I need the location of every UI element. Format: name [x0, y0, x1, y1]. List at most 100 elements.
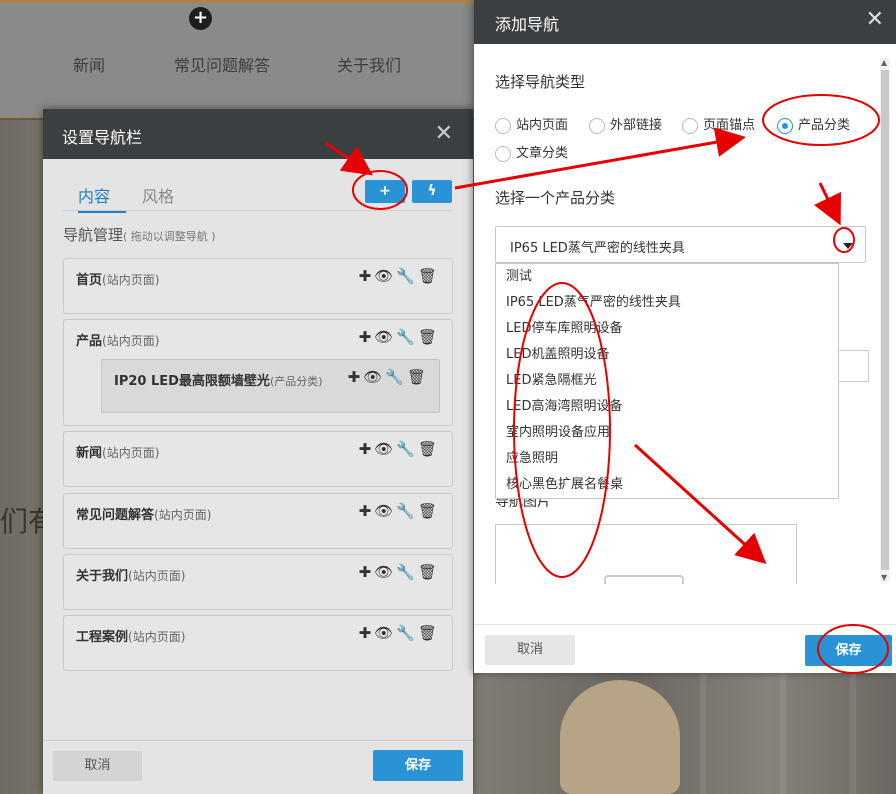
- cancel-button[interactable]: 取消: [485, 635, 575, 665]
- child-tools: ✚👁🔧🗑: [348, 368, 429, 386]
- wrench-icon[interactable]: 🔧: [396, 502, 418, 520]
- dropdown-option[interactable]: 测试: [496, 264, 838, 290]
- nav-settings-dialog: 设置导航栏 ✕ 内容 风格 + ϟ 导航管理( 拖动以调整导航 ) 首页(站内页…: [43, 109, 473, 794]
- site-nav-item-about[interactable]: 关于我们: [337, 52, 401, 76]
- trash-icon[interactable]: 🗑: [418, 502, 440, 520]
- site-nav-item-news[interactable]: 新闻: [73, 52, 105, 76]
- radio-page-anchor[interactable]: 页面锚点: [682, 114, 755, 134]
- dropdown-option[interactable]: LED机盖照明设备: [496, 342, 838, 368]
- hero-lamp-image: [560, 680, 680, 794]
- entry-tools: ✚👁🔧🗑: [359, 328, 440, 346]
- entry-tools: ✚👁🔧🗑: [359, 502, 440, 520]
- nav-entry-about[interactable]: 关于我们(站内页面) ✚👁🔧🗑: [63, 554, 453, 610]
- nav-entry-label: 常见问题解答(站内页面): [76, 508, 212, 523]
- nav-entry-faq[interactable]: 常见问题解答(站内页面) ✚👁🔧🗑: [63, 493, 453, 549]
- nav-entry-home[interactable]: 首页(站内页面) ✚👁🔧🗑: [63, 258, 453, 314]
- wrench-icon[interactable]: 🔧: [396, 624, 418, 642]
- add-nav-dialog: 添加导航 ✕ 选择导航类型 站内页面 外部链接 页面锚点 产品分类 文章分类 选…: [474, 0, 896, 673]
- tab-content[interactable]: 内容: [78, 183, 126, 213]
- entry-tools: ✚👁🔧🗑: [359, 624, 440, 642]
- nav-entry-label: 新闻(站内页面): [76, 446, 160, 461]
- wrench-icon[interactable]: 🔧: [396, 328, 418, 346]
- eye-icon[interactable]: 👁: [374, 624, 396, 642]
- eye-icon[interactable]: 👁: [363, 368, 385, 386]
- trash-icon[interactable]: 🗑: [418, 440, 440, 458]
- wrench-icon[interactable]: 🔧: [396, 563, 418, 581]
- close-icon[interactable]: ✕: [866, 7, 884, 32]
- selected-category: IP65 LED蒸气严密的线性夹具: [510, 241, 685, 256]
- wrench-icon[interactable]: 🔧: [385, 368, 407, 386]
- nav-management-label: 导航管理( 拖动以调整导航 ): [63, 224, 216, 245]
- dialog-footer: 取消 保存: [474, 624, 896, 673]
- plus-icon[interactable]: ✚: [359, 267, 375, 285]
- radio-internal-page[interactable]: 站内页面: [495, 114, 568, 134]
- plus-icon[interactable]: ✚: [359, 624, 375, 642]
- trash-icon[interactable]: 🗑: [418, 624, 440, 642]
- hidden-input-edge: [839, 350, 869, 382]
- radio-product-category[interactable]: 产品分类: [777, 114, 850, 134]
- nav-entry-products[interactable]: 产品(站内页面) ✚👁🔧🗑 IP20 LED最高限额墙壁光(产品分类) ✚👁🔧🗑: [63, 319, 453, 426]
- scroll-up-icon[interactable]: ▲: [881, 58, 887, 67]
- nav-child-label: IP20 LED最高限额墙壁光(产品分类): [114, 374, 323, 389]
- dropdown-option[interactable]: LED高海湾照明设备: [496, 394, 838, 420]
- trash-icon[interactable]: 🗑: [418, 267, 440, 285]
- scroll-down-icon[interactable]: ▼: [881, 573, 887, 582]
- radio-article-category[interactable]: 文章分类: [495, 142, 568, 162]
- dropdown-option[interactable]: LED紧急隔框光: [496, 368, 838, 394]
- plus-icon[interactable]: ✚: [359, 440, 375, 458]
- chevron-down-icon[interactable]: [843, 243, 853, 249]
- entry-tools: ✚👁🔧🗑: [359, 563, 440, 581]
- dropdown-option[interactable]: IP65 LED蒸气严密的线性夹具: [496, 290, 838, 316]
- dropdown-option[interactable]: LED停车库照明设备: [496, 316, 838, 342]
- section-hint: ( 拖动以调整导航 ): [123, 230, 216, 243]
- eye-icon[interactable]: 👁: [374, 440, 396, 458]
- plus-icon[interactable]: ✚: [359, 502, 375, 520]
- radio-circle-checked: [777, 117, 793, 134]
- trash-icon[interactable]: 🗑: [407, 368, 429, 386]
- trash-icon[interactable]: 🗑: [418, 563, 440, 581]
- eye-icon[interactable]: 👁: [374, 563, 396, 581]
- radio-external-link[interactable]: 外部链接: [589, 114, 662, 134]
- quick-action-button[interactable]: ϟ: [412, 180, 452, 203]
- tab-style[interactable]: 风格: [142, 183, 174, 207]
- wrench-icon[interactable]: 🔧: [396, 267, 418, 285]
- site-nav-item-faq[interactable]: 常见问题解答: [174, 52, 270, 76]
- eye-icon[interactable]: 👁: [374, 267, 396, 285]
- eye-icon[interactable]: 👁: [374, 502, 396, 520]
- scrollbar[interactable]: ▲ ▼: [880, 58, 890, 582]
- image-placeholder-icon: [604, 575, 684, 584]
- nav-image-upload[interactable]: [495, 524, 797, 584]
- save-button[interactable]: 保存: [373, 750, 463, 781]
- add-nav-button[interactable]: +: [365, 180, 405, 203]
- dialog-content: 选择导航类型 站内页面 外部链接 页面锚点 产品分类 文章分类 选择一个产品分类…: [474, 44, 896, 584]
- plus-icon[interactable]: ✚: [359, 563, 375, 581]
- lightning-icon: ϟ: [427, 183, 437, 199]
- scrollbar-thumb[interactable]: [881, 70, 889, 570]
- entry-tools: ✚👁🔧🗑: [359, 440, 440, 458]
- nav-entry-news[interactable]: 新闻(站内页面) ✚👁🔧🗑: [63, 431, 453, 487]
- plus-icon[interactable]: ✚: [348, 368, 364, 386]
- save-button[interactable]: 保存: [805, 635, 892, 666]
- plus-circle-icon[interactable]: +: [189, 7, 212, 30]
- radio-circle: [495, 117, 511, 134]
- nav-entry-projects[interactable]: 工程案例(站内页面) ✚👁🔧🗑: [63, 615, 453, 671]
- dropdown-option[interactable]: 核心黑色扩展名餐桌: [496, 472, 838, 498]
- plus-icon[interactable]: ✚: [359, 328, 375, 346]
- cancel-button[interactable]: 取消: [53, 751, 142, 781]
- dropdown-option[interactable]: 室内照明设备应用: [496, 420, 838, 446]
- eye-icon[interactable]: 👁: [374, 328, 396, 346]
- nav-entry-label: 关于我们(站内页面): [76, 569, 186, 584]
- nav-entry-label: 工程案例(站内页面): [76, 630, 186, 645]
- entry-tools: ✚👁🔧🗑: [359, 267, 440, 285]
- plus-icon: +: [379, 183, 391, 199]
- dialog-title: 添加导航: [495, 15, 560, 34]
- dialog-titlebar: 设置导航栏 ✕: [43, 109, 473, 159]
- nav-child-entry[interactable]: IP20 LED最高限额墙壁光(产品分类) ✚👁🔧🗑: [101, 359, 440, 413]
- trash-icon[interactable]: 🗑: [418, 328, 440, 346]
- category-select[interactable]: IP65 LED蒸气严密的线性夹具: [495, 226, 866, 263]
- wrench-icon[interactable]: 🔧: [396, 440, 418, 458]
- radio-circle: [682, 117, 698, 134]
- dropdown-option[interactable]: 应急照明: [496, 446, 838, 472]
- nav-entry-label: 产品(站内页面): [76, 334, 160, 349]
- close-icon[interactable]: ✕: [435, 121, 453, 146]
